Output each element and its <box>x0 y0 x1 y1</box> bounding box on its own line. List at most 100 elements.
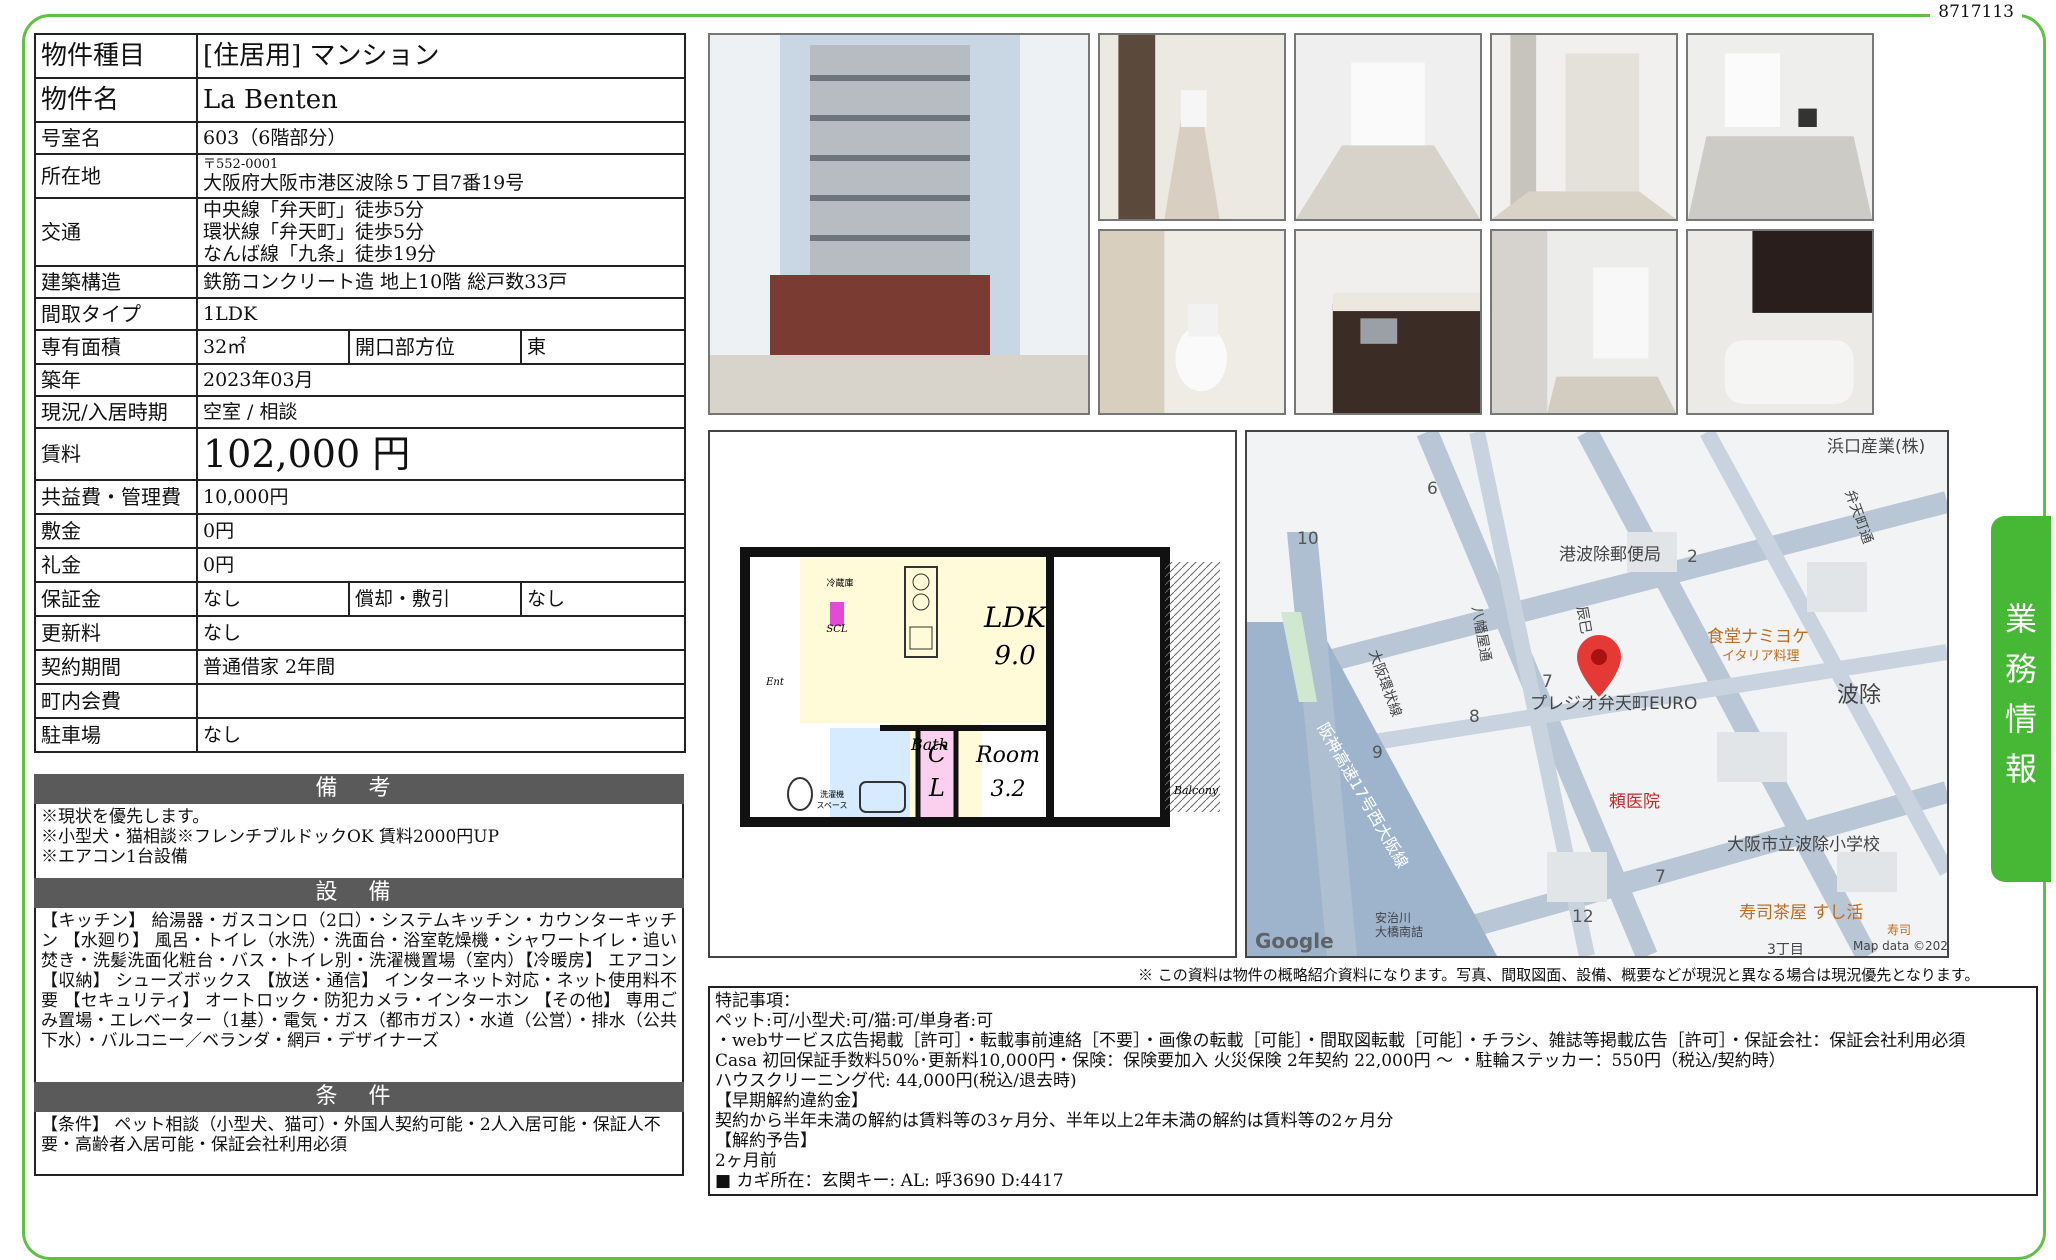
map-label: 食堂ナミヨケ <box>1707 627 1809 647</box>
map-label: 大橋南詰 <box>1375 924 1423 939</box>
map-label: プレジオ弁天町EURO <box>1530 694 1697 714</box>
layout-label: 間取タイプ <box>34 297 198 331</box>
interior-photo <box>1098 229 1286 415</box>
location-map[interactable]: 浜口産業(株) 港波除郵便局 食堂ナミヨケ イタリア料理 プレジオ弁天町EURO… <box>1245 430 1949 958</box>
property-info-table: 物件種目 [住居用] マンション 物件名 La Benten 号室名 603（6階部分… <box>34 33 687 753</box>
renewal-value: なし <box>195 615 687 651</box>
contract-label: 契約期間 <box>34 649 198 685</box>
rent-label: 賃料 <box>34 427 198 481</box>
area-value: 32㎡ <box>196 329 350 365</box>
floor-plan-panel: LDK 9.0 Room 3.2 Bath C L Balcony 冷蔵庫 SC… <box>708 430 1237 958</box>
floor-plan-ldk: LDK <box>983 601 1048 634</box>
guarantee-value: なし <box>196 581 350 617</box>
building-exterior-photo <box>708 33 1090 415</box>
map-label: イタリア料理 <box>1722 649 1799 664</box>
floor-plan-laundry: 洗濯機 <box>820 789 844 799</box>
note-line: ※小型犬・猫相談※フレンチブルドックOK 賃料2000円UP <box>41 827 500 847</box>
floor-plan-room-size: 3.2 <box>991 777 1026 802</box>
interior-photo <box>1294 229 1482 415</box>
disclaimer-notice: ※ この資料は物件の概略紹介資料になります。写真、間取図面、設備、概要などが現況… <box>1138 966 1980 984</box>
access-cell: 中央線「弁天町」徒歩5分 環状線「弁天町」徒歩5分 なんば線「九条」徒歩19分 <box>195 197 687 267</box>
map-block-number: 9 <box>1372 743 1383 763</box>
type-label: 物件種目 <box>34 33 198 79</box>
deposit-label: 敷金 <box>34 513 198 549</box>
type-value: [住居用] マンション <box>195 33 687 79</box>
map-block-number: 7 <box>1542 672 1553 692</box>
map-block-number: 12 <box>1572 907 1594 927</box>
community-fee-label: 町内会費 <box>34 683 198 719</box>
business-info-tab: 業務情報 <box>1991 516 2051 882</box>
name-label: 物件名 <box>34 77 198 123</box>
address-label: 所在地 <box>34 153 198 199</box>
floor-plan-scl: SCL <box>826 624 848 635</box>
key-money-label: 礼金 <box>34 547 198 583</box>
remark-line: 2ヶ月前 <box>715 1151 777 1171</box>
special-remarks: 特記事項： ペット:可/小型犬:可/猫:可/単身者:可 ・webサービス広告掲載… <box>708 986 2038 1196</box>
document-id: 8717113 <box>1930 2 2022 22</box>
renewal-label: 更新料 <box>34 615 198 651</box>
amortization-label: 償却・敷引 <box>348 581 522 617</box>
facilities-header: 設 備 <box>34 878 684 908</box>
map-label: 浜口産業(株) <box>1827 437 1925 457</box>
map-block-number: 2 <box>1687 547 1698 567</box>
map-label: 波除 <box>1837 683 1881 708</box>
google-logo: Google <box>1255 929 1334 953</box>
community-fee-value <box>195 683 687 719</box>
structure-value: 鉄筋コンクリート造 地上10階 総戸数33戸 <box>195 265 687 299</box>
access-line: 中央線「弁天町」徒歩5分 <box>203 199 425 221</box>
map-label: 大阪市立波除小学校 <box>1727 835 1880 855</box>
remark-line: 【解約予告】 <box>715 1131 817 1151</box>
map-label: 安治川 <box>1375 910 1411 925</box>
map-attribution: Map data ©2025 <box>1853 939 1947 953</box>
floor-plan-entrance: Ent <box>765 677 785 688</box>
interior-photo <box>1294 33 1482 221</box>
name-value: La Benten <box>195 77 687 123</box>
floor-plan-fridge: 冷蔵庫 <box>826 577 853 589</box>
facilities-body: 【キッチン】 給湯器・ガスコンロ（2口）・システムキッチン・カウンターキッチン … <box>34 908 684 1086</box>
note-line: ※現状を優先します。 <box>41 807 210 827</box>
floor-plan-room: Room <box>975 743 1040 768</box>
note-line: ※エアコン1台設備 <box>41 847 188 867</box>
remark-line: 【早期解約違約金】 <box>715 1091 868 1111</box>
parking-label: 駐車場 <box>34 717 198 753</box>
floor-plan-ldk-size: 9.0 <box>994 641 1035 671</box>
guarantee-label: 保証金 <box>34 581 198 617</box>
status-label: 現況/入居時期 <box>34 395 198 429</box>
map-block-number: 8 <box>1469 707 1480 727</box>
map-label: 頼医院 <box>1609 792 1660 812</box>
remark-line: ・webサービス広告掲載［許可］・転載事前連絡［不要］・画像の転載［可能］・間取… <box>715 1031 1966 1051</box>
side-tab-label: 業務情報 <box>2004 600 2037 788</box>
remark-line: ■ カギ所在：玄関キー: AL: 呼3690 D:4417 <box>715 1171 1064 1191</box>
interior-photo <box>1098 33 1286 221</box>
remark-line: ハウスクリーニング代: 44,000円(税込/退去時) <box>715 1071 1077 1091</box>
floor-plan-balcony: Balcony <box>1173 784 1219 797</box>
postal-code: 〒552-0001 <box>203 157 279 172</box>
interior-photo <box>1686 33 1874 221</box>
direction-label: 開口部方位 <box>348 329 522 365</box>
interior-photo <box>1686 229 1874 415</box>
amortization-value: なし <box>519 581 687 617</box>
structure-label: 建築構造 <box>34 265 198 299</box>
floor-plan-laundry-space: スペース <box>816 801 847 810</box>
deposit-value: 0円 <box>195 513 687 549</box>
map-block-number: 6 <box>1427 479 1438 499</box>
remark-line: ペット:可/小型犬:可/猫:可/単身者:可 <box>715 1011 994 1031</box>
floor-plan-closet-c: C <box>928 740 946 768</box>
interior-photo <box>1490 229 1678 415</box>
area-label: 専有面積 <box>34 329 198 365</box>
remark-line: 特記事項： <box>715 991 800 1011</box>
access-label: 交通 <box>34 197 198 267</box>
built-label: 築年 <box>34 363 198 397</box>
floor-plan-closet-l: L <box>928 774 945 802</box>
map-label: 寿司茶屋 すし活 <box>1739 903 1863 923</box>
map-block-number: 7 <box>1655 867 1666 887</box>
direction-value: 東 <box>519 329 687 365</box>
fee-label: 共益費・管理費 <box>34 479 198 515</box>
notes-body: ※現状を優先します。 ※小型犬・猫相談※フレンチブルドックOK 賃料2000円U… <box>34 804 684 882</box>
map-block-number: 10 <box>1297 529 1319 549</box>
key-money-value: 0円 <box>195 547 687 583</box>
remark-line: Casa 初回保証手数料50%･更新料10,000円・保険：保険要加入 火災保険… <box>715 1051 1786 1071</box>
room-label: 号室名 <box>34 121 198 155</box>
conditions-header: 条 件 <box>34 1082 684 1112</box>
status-value: 空室 / 相談 <box>195 395 687 429</box>
